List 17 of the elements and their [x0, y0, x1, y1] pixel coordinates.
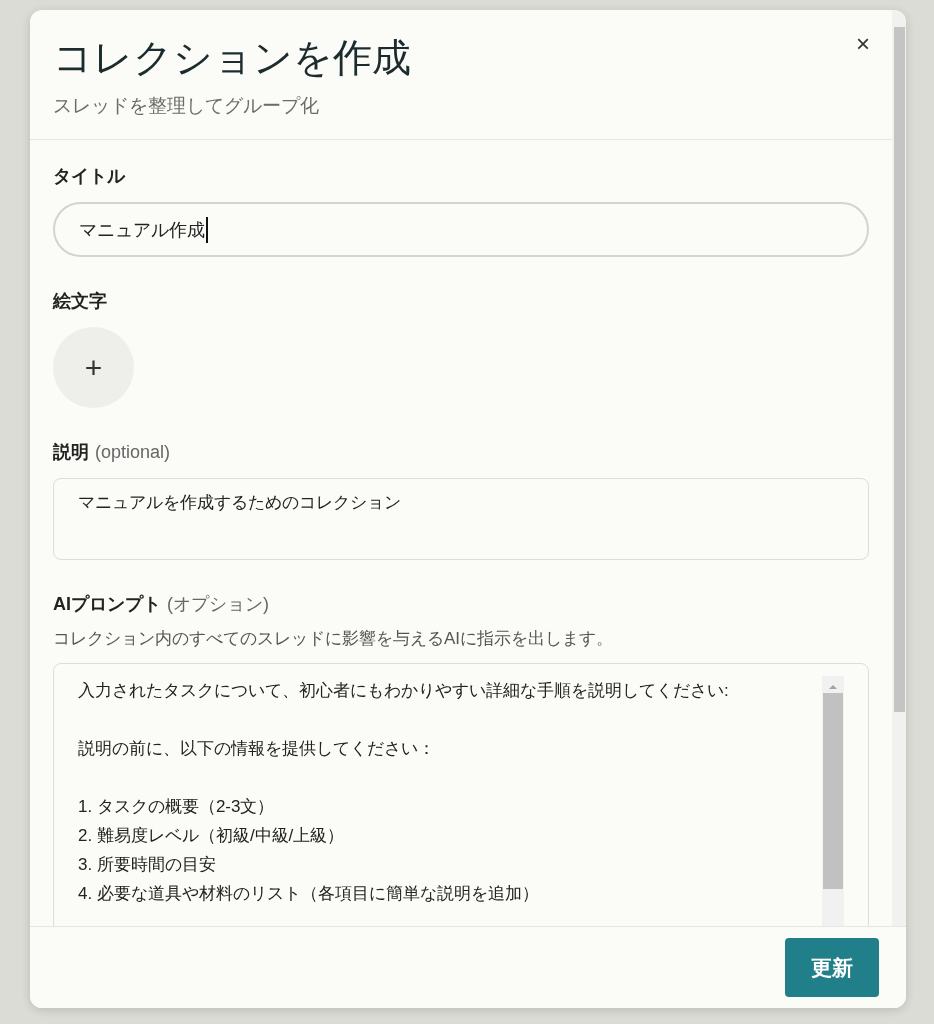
title-input[interactable]: マニュアル作成 — [53, 202, 869, 257]
optional-note: (オプション) — [167, 593, 269, 616]
dialog-title: コレクションを作成 — [53, 35, 411, 81]
optional-note: (optional) — [95, 442, 171, 463]
close-button[interactable]: × — [852, 32, 874, 56]
field-hint: コレクション内のすべてのスレッドに影響を与えるAIに指示を出します。 — [53, 628, 614, 650]
dialog-subtitle: スレッドを整理してグループ化 — [53, 94, 319, 118]
field-label: 説明 — [53, 441, 89, 464]
update-button[interactable]: 更新 — [785, 938, 879, 997]
scroll-up-arrow-icon[interactable] — [828, 683, 838, 691]
field-label: AIプロンプト — [53, 593, 161, 616]
field-label: タイトル — [53, 165, 125, 188]
field-label: 絵文字 — [53, 290, 107, 313]
description-field[interactable]: マニュアルを作成するためのコレクション — [53, 478, 869, 560]
add-emoji-button[interactable]: + — [53, 327, 134, 408]
scrollbar[interactable] — [892, 10, 906, 926]
scrollbar[interactable] — [822, 676, 844, 926]
